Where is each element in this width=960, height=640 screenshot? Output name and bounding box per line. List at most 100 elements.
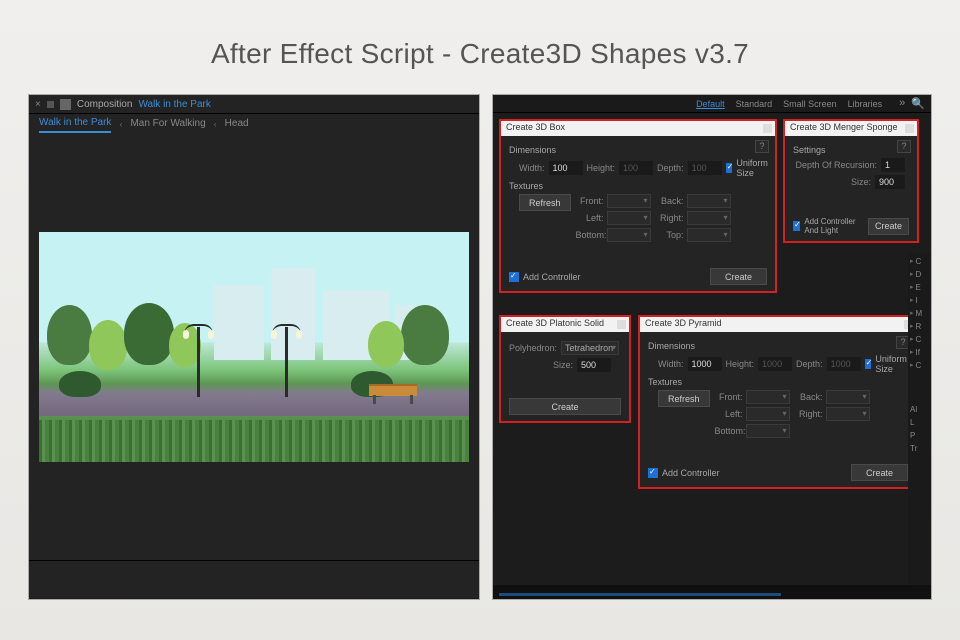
viewer-footer (29, 560, 479, 598)
textures-label: Textures (509, 181, 767, 191)
height-label: Height: (726, 359, 755, 369)
panel-title[interactable]: Create 3D Platonic Solid (501, 317, 629, 332)
side-item[interactable]: ▸If (910, 347, 929, 357)
script-panels: Default Standard Small Screen Libraries … (492, 94, 932, 600)
side-item[interactable]: ▸C (910, 360, 929, 370)
polyhedron-dropdown[interactable]: Tetrahedron (561, 341, 619, 355)
search-icon[interactable]: 🔍 (911, 97, 925, 110)
breadcrumb: Walk in the Park ‹ Man For Walking ‹ Hea… (29, 113, 479, 133)
composition-name[interactable]: Walk in the Park (138, 99, 210, 110)
panel-create-3d-box: Create 3D Box ? Dimensions Width: Height… (499, 119, 777, 293)
side-item[interactable]: Al (910, 404, 929, 414)
side-item[interactable]: ▸C (910, 256, 929, 266)
side-item[interactable]: ▸E (910, 282, 929, 292)
timeline-bar[interactable] (493, 585, 931, 599)
height-label: Height: (587, 163, 616, 173)
dimensions-label: Dimensions (648, 341, 908, 351)
panel-tab-bar: × Composition Walk in the Park (29, 95, 479, 113)
back-dropdown[interactable] (687, 194, 731, 208)
panel-create-3d-platonic-solid: Create 3D Platonic Solid Polyhedron: Tetr… (499, 315, 631, 423)
right-dropdown[interactable] (826, 407, 870, 421)
collapsed-panel-strip: ▸C ▸D ▸E ▸I ▸M ▸R ▸C ▸If ▸C Al L P Tr (908, 253, 931, 585)
create-button[interactable]: Create (868, 218, 909, 235)
workspace-tabs: Default Standard Small Screen Libraries … (493, 95, 931, 113)
refresh-button[interactable]: Refresh (658, 390, 710, 407)
size-label: Size: (851, 177, 871, 187)
composition-prefix: Composition (77, 99, 133, 110)
depth-label: Depth: (657, 163, 684, 173)
side-item[interactable]: Tr (910, 443, 929, 453)
bottom-dropdown[interactable] (607, 228, 651, 242)
pin-icon[interactable] (47, 101, 54, 108)
polyhedron-label: Polyhedron: (509, 343, 557, 353)
panel-create-3d-pyramid: Create 3D Pyramid ? Dimensions Width: He… (638, 315, 918, 489)
top-dropdown[interactable] (687, 228, 731, 242)
side-item[interactable]: ▸D (910, 269, 929, 279)
back-dropdown[interactable] (826, 390, 870, 404)
tab-libraries[interactable]: Libraries (848, 99, 883, 109)
front-dropdown[interactable] (607, 194, 651, 208)
expand-icon[interactable]: » (899, 97, 905, 110)
add-controller-light-label: Add Controller And Light (804, 217, 868, 235)
panel-create-3d-menger-sponge: Create 3D Menger Sponge ? Settings Depth… (783, 119, 919, 243)
panel-title[interactable]: Create 3D Menger Sponge (785, 121, 917, 136)
create-button[interactable]: Create (710, 268, 767, 285)
size-label: Size: (553, 360, 573, 370)
left-dropdown[interactable] (746, 407, 790, 421)
side-item[interactable]: P (910, 430, 929, 440)
help-button[interactable]: ? (755, 140, 769, 153)
breadcrumb-item-0[interactable]: Walk in the Park (39, 117, 111, 133)
refresh-button[interactable]: Refresh (519, 194, 571, 211)
panel-title[interactable]: Create 3D Pyramid (640, 317, 916, 332)
close-icon[interactable]: × (35, 99, 41, 110)
height-input (758, 357, 792, 371)
side-item[interactable]: ▸M (910, 308, 929, 318)
width-input[interactable] (549, 161, 583, 175)
uniform-checkbox[interactable] (726, 163, 733, 173)
create-button[interactable]: Create (509, 398, 621, 415)
front-dropdown[interactable] (746, 390, 790, 404)
breadcrumb-item-1[interactable]: Man For Walking (130, 118, 205, 129)
left-dropdown[interactable] (607, 211, 651, 225)
width-input[interactable] (688, 357, 722, 371)
add-controller-checkbox[interactable] (509, 272, 519, 282)
right-dropdown[interactable] (687, 211, 731, 225)
help-button[interactable]: ? (897, 140, 911, 153)
create-button[interactable]: Create (851, 464, 908, 481)
panel-title[interactable]: Create 3D Box (501, 121, 775, 136)
add-controller-label: Add Controller (662, 468, 720, 478)
side-item[interactable]: ▸C (910, 334, 929, 344)
recursion-input[interactable] (881, 158, 905, 172)
recursion-label: Depth Of Recursion: (795, 160, 877, 170)
width-label: Width: (519, 163, 545, 173)
depth-label: Depth: (796, 359, 823, 369)
size-input[interactable] (875, 175, 905, 189)
page-title: After Effect Script - Create3D Shapes v3… (0, 0, 960, 94)
height-input (619, 161, 653, 175)
chevron-left-icon: ‹ (214, 119, 217, 129)
side-item[interactable]: ▸R (910, 321, 929, 331)
side-item[interactable]: L (910, 417, 929, 427)
tab-small-screen[interactable]: Small Screen (783, 99, 837, 109)
settings-label: Settings (793, 145, 909, 155)
chevron-left-icon: ‹ (119, 119, 122, 129)
uniform-checkbox[interactable] (865, 359, 872, 369)
tab-standard[interactable]: Standard (736, 99, 773, 109)
uniform-label: Uniform Size (875, 354, 910, 374)
depth-input (827, 357, 861, 371)
composition-panel: × Composition Walk in the Park Walk in t… (28, 94, 480, 600)
width-label: Width: (658, 359, 684, 369)
bottom-dropdown[interactable] (746, 424, 790, 438)
park-scene (39, 232, 469, 462)
add-controller-light-checkbox[interactable] (793, 221, 800, 231)
add-controller-checkbox[interactable] (648, 468, 658, 478)
side-item[interactable]: ▸I (910, 295, 929, 305)
size-input[interactable] (577, 358, 611, 372)
tab-default[interactable]: Default (696, 99, 725, 109)
dimensions-label: Dimensions (509, 145, 767, 155)
breadcrumb-item-2[interactable]: Head (225, 118, 249, 129)
textures-label: Textures (648, 377, 908, 387)
depth-input (688, 161, 722, 175)
viewer[interactable] (29, 133, 479, 560)
add-controller-label: Add Controller (523, 272, 581, 282)
